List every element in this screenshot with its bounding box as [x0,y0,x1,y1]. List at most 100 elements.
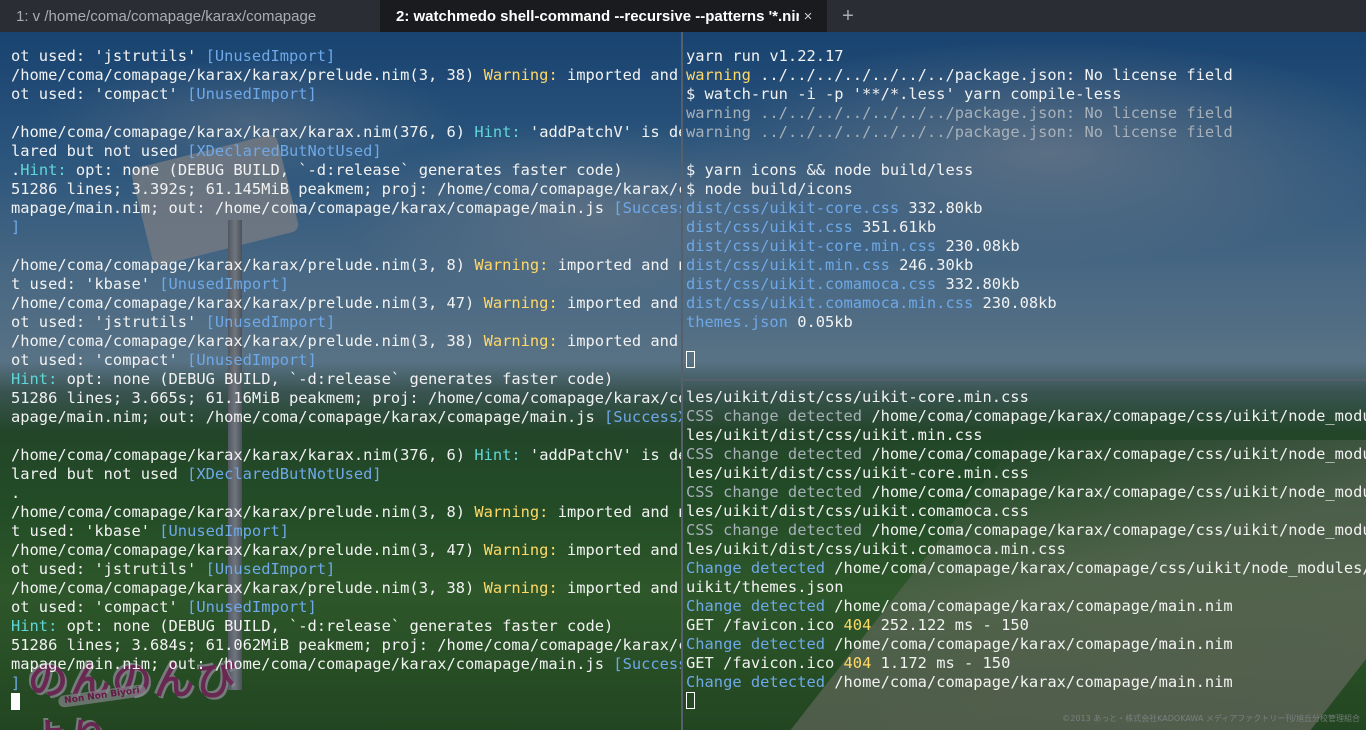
output-segment: ../../../../../../../package.json: No li… [750,66,1233,84]
output-segment: les/uikit/dist/css/uikit.min.css [686,426,983,444]
output-segment: imported and n [566,541,679,559]
output-line: dist/css/uikit.css 351.61kb [686,218,1233,237]
output-segment: /home/coma/comapage/karax/karax/prelude.… [11,579,484,597]
output-segment: CSS change detected [686,483,863,501]
output-segment: /home/coma/comapage/karax/comapage/main.… [825,635,1233,653]
output-segment: Hint: [11,370,58,388]
output-segment: Warning: [483,294,558,312]
output-line: 51286 lines; 3.665s; 61.16MiB peakmem; p… [11,389,681,408]
output-segment: Change detected [686,635,825,653]
output-line: /home/coma/comapage/karax/karax/prelude.… [11,541,681,560]
output-segment: /home/coma/comapage/karax/karax/prelude.… [11,503,475,521]
output-segment: ] [11,218,21,236]
output-segment: 246.30kb [889,256,974,274]
output-line: t used: 'kbase' [UnusedImport] [11,522,681,541]
output-segment: [UnusedImport] [205,560,336,578]
output-segment: les/uikit/dist/css/uikit-core.min.css [686,388,1029,406]
output-segment: dist/css/uikit.comamoca.css [686,275,937,293]
output-line: ot used: 'jstrutils' [UnusedImport] [11,313,681,332]
output-line: /home/coma/comapage/karax/karax/prelude.… [11,332,681,351]
output-segment: Change detected [686,597,825,615]
output-segment: 'addPatchV' is dec [520,123,681,141]
terminal-pane-right-bottom[interactable]: les/uikit/dist/css/uikit-core.min.css CSS… [683,381,1366,730]
output-line: /home/coma/comapage/karax/karax/prelude.… [11,579,681,598]
output-segment: ot used: 'jstrutils' [11,47,206,65]
output-segment: /home/coma/comapage/karax/karax/prelude.… [11,541,484,559]
output-segment: [SuccessX [613,199,681,217]
output-segment: dist/css/uikit-core.css [686,199,900,217]
output-line: ot used: 'jstrutils' [UnusedImport] [11,47,681,66]
terminal-cursor [11,693,20,710]
output-segment: CSS change detected [686,521,863,539]
output-segment: Warning: [483,579,558,597]
output-segment: ../../../../../../../package.json: No li… [750,123,1233,141]
output-segment: /home/coma/comapage/karax/karax/prelude.… [11,66,484,84]
output-segment: 332.80kb [936,275,1020,293]
output-segment: les/uikit/dist/css/uikit-core.min.css [686,464,1029,482]
output-segment: /home/coma/comapage/karax/comapage/css/u… [862,483,1366,501]
close-icon[interactable]: × [799,8,817,25]
output-line: lared but not used [XDeclaredButNotUsed] [11,465,681,484]
terminal-cursor [686,692,695,709]
output-segment: warning [686,123,751,141]
output-segment: 404 [843,616,872,634]
output-segment: dist/css/uikit.css [686,218,853,236]
output-line: Change detected /home/coma/comapage/kara… [686,597,1366,616]
output-segment: ] [11,674,21,692]
output-segment: GET /favicon.ico [686,616,844,634]
output-segment: imported and n [566,294,679,312]
output-segment: 51286 lines; 3.684s; 61.062MiB peakmem; … [11,636,681,654]
output-line: /home/coma/comapage/karax/karax/prelude.… [11,66,681,85]
output-line: les/uikit/dist/css/uikit.min.css [686,426,1366,445]
output-segment: 230.08kb [973,294,1057,312]
tab-2[interactable]: 2: watchmedo shell-command --recursive -… [380,0,827,32]
output-segment: /home/coma/comapage/karax/karax/prelude.… [11,294,484,312]
output-segment: lared but not used [11,465,188,483]
output-segment: warning [686,66,751,84]
output-segment: /home/coma/comapage/karax/comapage/main.… [825,597,1233,615]
output-line: dist/css/uikit-core.min.css 230.08kb [686,237,1233,256]
output-line: themes.json 0.05kb [686,313,1233,332]
output-segment: imported and no [557,503,681,521]
output-segment: /home/coma/comapage/karax/karax/prelude.… [11,332,484,350]
output-line: GET /favicon.ico 404 252.122 ms - 150 [686,616,1366,635]
output-line: Hint: opt: none (DEBUG BUILD, `-d:releas… [11,370,681,389]
output-line: les/uikit/dist/css/uikit-core.min.css [686,388,1366,407]
output-segment: apage/main.nim; out: /home/coma/comapage… [11,408,605,426]
output-segment: Warning: [483,66,558,84]
output-segment: 404 [843,654,872,672]
output-line: /home/coma/comapage/karax/karax/karax.ni… [11,123,681,142]
output-segment: 'addPatchV' is dec [520,446,681,464]
output-segment: CSS change detected [686,445,863,463]
output-line: ot used: 'compact' [UnusedImport] [11,598,681,617]
output-segment: /home/coma/comapage/karax/karax/karax.ni… [11,123,475,141]
output-line: CSS change detected /home/coma/comapage/… [686,407,1366,426]
output-segment: ot used: 'jstrutils' [11,560,206,578]
output-line: /home/coma/comapage/karax/karax/prelude.… [11,256,681,275]
output-line: ot used: 'compact' [UnusedImport] [11,85,681,104]
output-segment: Warning: [474,503,549,521]
output-segment: $ watch-run -i -p '**/*.less' yarn compi… [686,85,1122,103]
output-line: warning ../../../../../../../package.jso… [686,66,1233,85]
output-segment: [UnusedImport] [205,47,336,65]
output-segment: [UnusedImport] [159,522,289,540]
terminal-window: のんのんびより Non Non Biyori ©2013 あっと・株式会社KAD… [0,0,1366,730]
output-segment: 51286 lines; 3.392s; 61.145MiB peakmem; … [11,180,681,198]
output-segment: Change detected [686,673,825,691]
output-segment: mapage/main.nim; out: /home/coma/comapag… [11,655,614,673]
output-line: les/uikit/dist/css/uikit.comamoca.css [686,502,1366,521]
output-segment: warning [686,104,751,122]
output-segment: mapage/main.nim; out: /home/coma/comapag… [11,199,614,217]
terminal-pane-right-top[interactable]: yarn run v1.22.17 warning ../../../../../… [683,32,1366,379]
output-segment: /home/coma/comapage/karax/comapage/css/u… [825,559,1366,577]
output-line: dist/css/uikit.min.css 246.30kb [686,256,1233,275]
tab-1[interactable]: 1: v /home/coma/comapage/karax/comapage [0,0,380,32]
terminal-pane-left[interactable]: ot used: 'jstrutils' [UnusedImport]/home… [0,32,681,730]
new-tab-button[interactable]: + [827,0,869,32]
output-segment: ../../../../../../../package.json: No li… [750,104,1233,122]
output-line: $ node build/icons [686,180,1233,199]
output-line: warning ../../../../../../../package.jso… [686,123,1233,142]
output-line: /home/coma/comapage/karax/karax/prelude.… [11,294,681,313]
output-line: dist/css/uikit-core.css 332.80kb [686,199,1233,218]
